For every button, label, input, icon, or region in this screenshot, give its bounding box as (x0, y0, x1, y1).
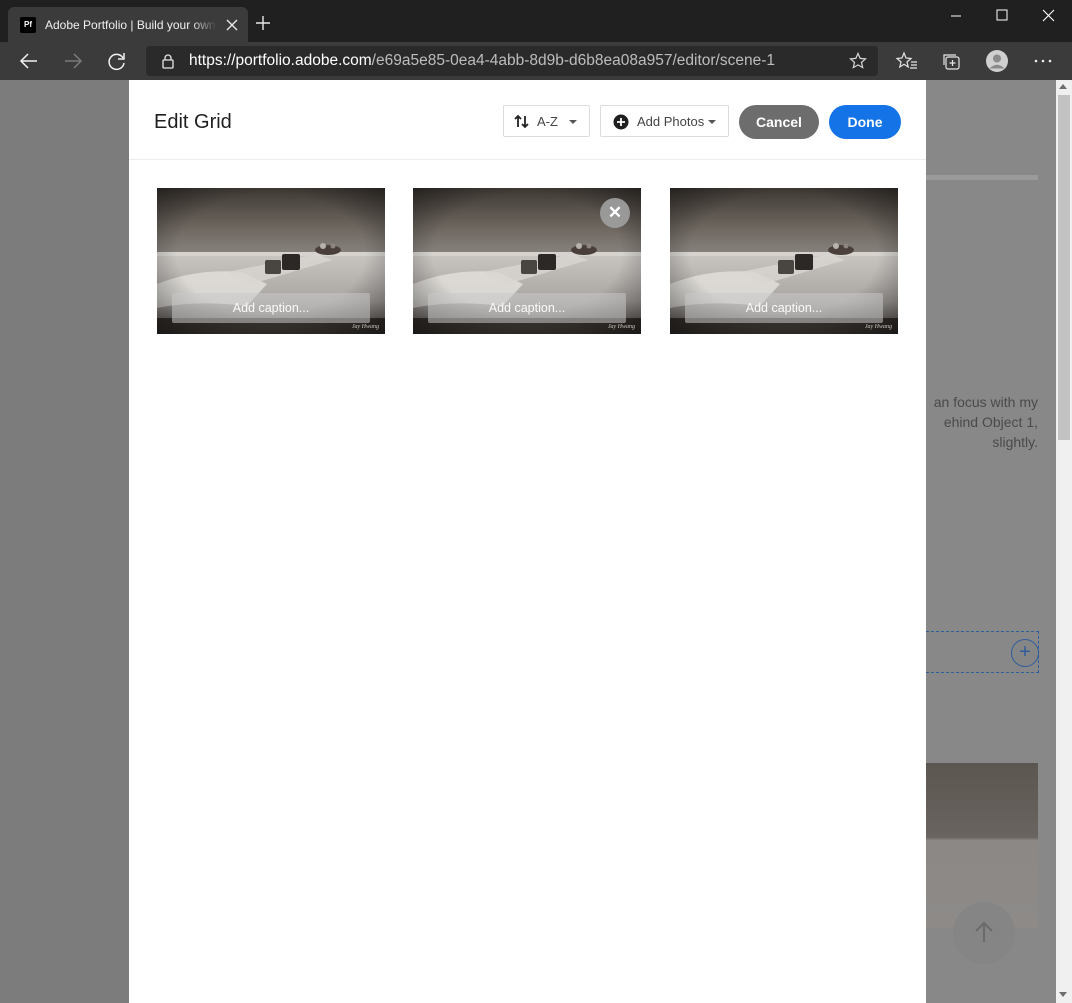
scroll-up-arrow[interactable] (1059, 84, 1067, 89)
adobe-portfolio-favicon: Pf (20, 17, 36, 33)
forward-icon[interactable] (60, 49, 86, 73)
refresh-icon[interactable] (104, 49, 130, 73)
cancel-button[interactable]: Cancel (739, 105, 819, 139)
photo-tile[interactable]: Jay Hwang Add caption... ✕ (413, 188, 641, 334)
page-scrollbar[interactable] (1056, 80, 1072, 1003)
caption-input[interactable]: Add caption... (685, 293, 883, 323)
scrollbar-thumb[interactable] (1058, 95, 1070, 440)
photo-tile[interactable]: Jay Hwang Add caption... (670, 188, 898, 334)
background-divider (926, 175, 1038, 180)
add-circle-icon (613, 114, 629, 130)
minimize-icon[interactable] (933, 0, 979, 32)
modal-title: Edit Grid (154, 111, 232, 133)
photo-watermark: Jay Hwang (865, 324, 892, 330)
tab-title: Adobe Portfolio | Build your own (45, 18, 216, 32)
caption-input[interactable]: Add caption... (172, 293, 370, 323)
browser-tab[interactable]: Pf Adobe Portfolio | Build your own (8, 7, 248, 42)
add-photos-label: Add Photos (637, 114, 705, 129)
sort-icon (514, 114, 529, 129)
browser-toolbar: https://portfolio.adobe.com/e69a5e85-0ea… (0, 42, 1072, 80)
address-bar[interactable]: https://portfolio.adobe.com/e69a5e85-0ea… (146, 46, 878, 76)
star-icon[interactable] (849, 52, 867, 70)
favorites-icon[interactable] (894, 49, 920, 73)
browser-titlebar: Pf Adobe Portfolio | Build your own (0, 0, 1072, 42)
plus-icon: + (1011, 639, 1039, 667)
chevron-down-icon (708, 120, 716, 124)
profile-icon[interactable] (984, 49, 1010, 73)
close-icon[interactable] (222, 15, 242, 35)
url-text[interactable]: https://portfolio.adobe.com/e69a5e85-0ea… (189, 52, 775, 70)
more-icon[interactable] (1030, 49, 1056, 73)
collections-icon[interactable] (939, 49, 965, 73)
close-icon[interactable] (1025, 0, 1071, 32)
done-button[interactable]: Done (829, 105, 901, 139)
add-photos-dropdown[interactable]: Add Photos (600, 105, 729, 137)
sort-dropdown[interactable]: A-Z (503, 105, 590, 137)
caption-input[interactable]: Add caption... (428, 293, 626, 323)
maximize-icon[interactable] (979, 0, 1025, 32)
arrow-up-icon (975, 921, 993, 942)
chevron-down-icon (569, 120, 577, 124)
lock-icon (162, 54, 174, 69)
modal-header: Edit Grid A-Z Add Photos Cancel Done (129, 80, 926, 160)
photo-watermark: Jay Hwang (608, 324, 635, 330)
scroll-down-arrow[interactable] (1059, 992, 1067, 997)
scroll-to-top-button (953, 902, 1015, 964)
back-icon[interactable] (16, 49, 42, 73)
close-icon: ✕ (607, 203, 623, 222)
edit-grid-modal: Edit Grid A-Z Add Photos Cancel Done Jay… (129, 80, 926, 1003)
photo-tile[interactable]: Jay Hwang Add caption... (157, 188, 385, 334)
plus-icon[interactable] (254, 14, 272, 32)
photo-watermark: Jay Hwang (352, 324, 379, 330)
remove-photo-button[interactable]: ✕ (600, 198, 630, 228)
sort-label: A-Z (537, 114, 558, 129)
